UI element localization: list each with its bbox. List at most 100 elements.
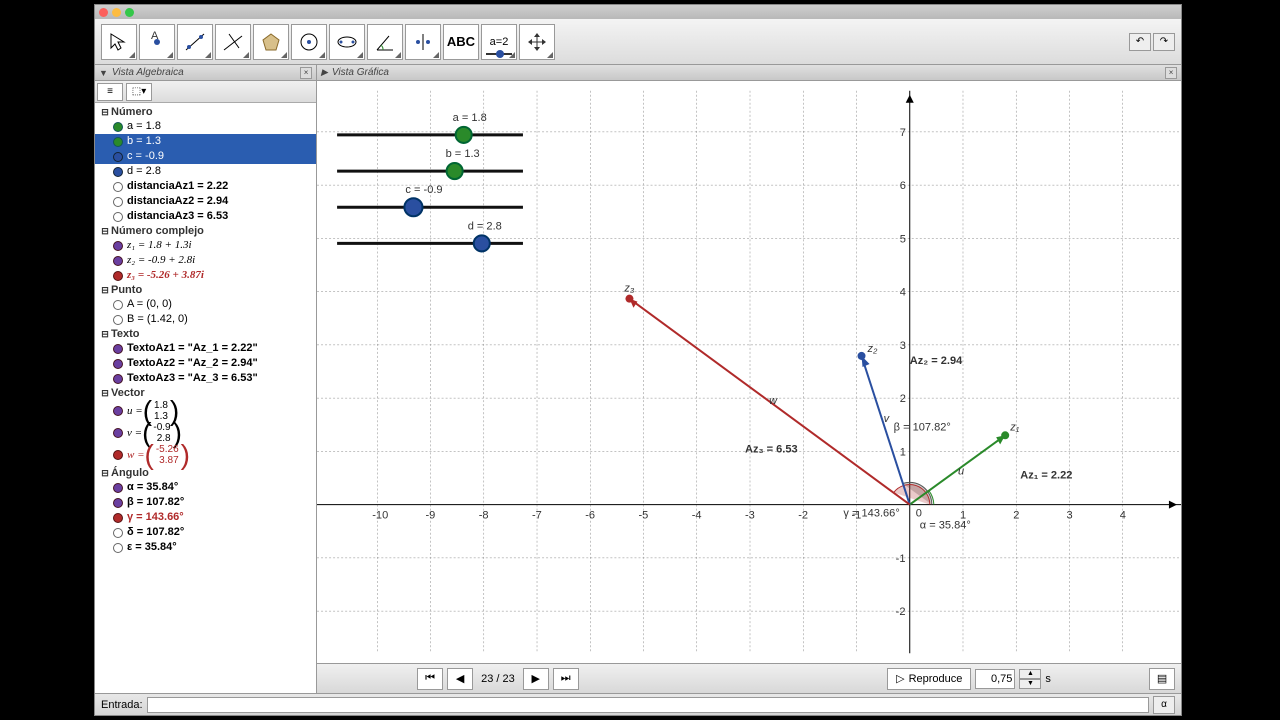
close-panel-icon[interactable]: ×: [1165, 67, 1177, 79]
item-alpha[interactable]: α = 35.84°: [95, 480, 316, 495]
algebra-tree[interactable]: ⊟Número a = 1.8 b = 1.3 c = -0.9 d = 2.8…: [95, 103, 316, 693]
item-daz3[interactable]: distanciaAz3 = 6.53: [95, 209, 316, 224]
item-t3[interactable]: TextoAz3 = "Az_3 = 6.53": [95, 371, 316, 386]
nav-protocol-button[interactable]: ▤: [1149, 668, 1175, 690]
graph-svg[interactable]: -10-9-8-7-6-5-4-3-2-101234 -2-11234567 a…: [317, 81, 1181, 663]
main-toolbar: A ABC a=2 ↶ ↷: [95, 19, 1181, 65]
algebra-header[interactable]: ▼ Vista Algebraica ×: [95, 65, 316, 81]
tool-perpendicular[interactable]: [215, 24, 251, 60]
zoom-icon[interactable]: [125, 8, 134, 17]
item-a[interactable]: a = 1.8: [95, 119, 316, 134]
stylebar-sort[interactable]: ⬚▾: [126, 83, 152, 101]
collapse-icon[interactable]: ⊟: [99, 226, 111, 237]
slider-a[interactable]: a = 1.8: [337, 112, 523, 143]
item-w[interactable]: w = -5.263.87: [95, 444, 316, 466]
svg-text:u: u: [958, 465, 964, 477]
tool-move-view[interactable]: [519, 24, 555, 60]
svg-text:6: 6: [900, 180, 906, 192]
nav-first-button[interactable]: ⏮: [417, 668, 443, 690]
nav-prev-button[interactable]: ◀: [447, 668, 473, 690]
tool-polygon[interactable]: [253, 24, 289, 60]
tool-line[interactable]: [177, 24, 213, 60]
item-d[interactable]: d = 2.8: [95, 164, 316, 179]
slider-d[interactable]: d = 2.8: [337, 220, 523, 251]
minimize-icon[interactable]: [112, 8, 121, 17]
svg-text:A: A: [151, 30, 159, 42]
item-A[interactable]: A = (0, 0): [95, 297, 316, 312]
construction-navbar: ⏮ ◀ 23 / 23 ▶ ⏭ ▷ Reproduce ▲ ▼ s ▤: [317, 663, 1181, 693]
item-t2[interactable]: TextoAz2 = "Az_2 = 2.94": [95, 356, 316, 371]
svg-text:-1: -1: [896, 553, 906, 565]
item-eps[interactable]: ε = 35.84°: [95, 540, 316, 555]
collapse-icon[interactable]: ⊟: [99, 329, 111, 340]
collapse-icon[interactable]: ⊟: [99, 468, 111, 479]
nav-play-button[interactable]: ▷ Reproduce: [887, 668, 971, 690]
item-z1[interactable]: z₁ = 1.8 + 1.3i: [95, 238, 316, 253]
item-u[interactable]: u = 1.81.3: [95, 400, 316, 422]
item-B[interactable]: B = (1.42, 0): [95, 312, 316, 327]
graphics-header[interactable]: ▶ Vista Gráfica ×: [317, 65, 1181, 81]
item-z3[interactable]: z₃ = -5.26 + 3.87i: [95, 268, 316, 283]
point-z3[interactable]: [625, 295, 633, 303]
item-gamma[interactable]: γ = 143.66°: [95, 510, 316, 525]
tool-transform[interactable]: [405, 24, 441, 60]
app-window: A ABC a=2 ↶ ↷ ▼ Vista Algebraica × ≡ ⬚▾ …: [94, 4, 1182, 716]
tool-point[interactable]: A: [139, 24, 175, 60]
item-b[interactable]: b = 1.3: [95, 134, 316, 149]
graphics-panel: ▶ Vista Gráfica ×: [317, 65, 1181, 693]
input-label: Entrada:: [101, 699, 143, 711]
text-az2[interactable]: Az₂ = 2.94: [910, 355, 963, 367]
text-az1[interactable]: Az₁ = 2.22: [1020, 469, 1072, 481]
item-t1[interactable]: TextoAz1 = "Az_1 = 2.22": [95, 341, 316, 356]
vector-u[interactable]: u: [910, 435, 1005, 504]
svg-text:c = -0.9: c = -0.9: [405, 184, 442, 196]
tool-circle[interactable]: [291, 24, 327, 60]
nav-unit: s: [1045, 673, 1051, 685]
collapse-icon[interactable]: ⊟: [99, 388, 111, 399]
nav-speed-input[interactable]: [975, 669, 1015, 689]
collapse-icon[interactable]: ⊟: [99, 107, 111, 118]
cat-punto: ⊟Punto: [95, 283, 316, 297]
close-panel-icon[interactable]: ×: [300, 67, 312, 79]
text-gamma: γ = 143.66°: [843, 508, 899, 520]
tool-conic[interactable]: [329, 24, 365, 60]
tool-text[interactable]: ABC: [443, 24, 479, 60]
collapse-icon[interactable]: ⊟: [99, 285, 111, 296]
vector-w[interactable]: w: [629, 299, 909, 505]
point-z1[interactable]: [1001, 431, 1009, 439]
nav-last-button[interactable]: ⏭: [553, 668, 579, 690]
chevron-down-icon[interactable]: ▼: [99, 68, 108, 78]
stylebar-toggle-aux[interactable]: ≡: [97, 83, 123, 101]
tool-angle[interactable]: [367, 24, 403, 60]
axis-x-ticks: -10-9-8-7-6-5-4-3-2-101234: [372, 508, 1126, 522]
titlebar[interactable]: [95, 5, 1181, 19]
nav-next-button[interactable]: ▶: [523, 668, 549, 690]
point-z2[interactable]: [858, 352, 866, 360]
svg-text:2: 2: [1013, 510, 1019, 522]
svg-text:4: 4: [1120, 510, 1126, 522]
text-alpha: α = 35.84°: [920, 520, 971, 532]
item-c[interactable]: c = -0.9: [95, 149, 316, 164]
item-delta[interactable]: δ = 107.82°: [95, 525, 316, 540]
slider-c[interactable]: c = -0.9: [337, 184, 523, 216]
chevron-right-icon[interactable]: ▶: [321, 67, 328, 78]
item-v[interactable]: v = -0.92.8: [95, 422, 316, 444]
svg-text:2: 2: [900, 393, 906, 405]
tool-move[interactable]: [101, 24, 137, 60]
input-help-button[interactable]: α: [1153, 696, 1175, 714]
item-z2[interactable]: z₂ = -0.9 + 2.8i: [95, 253, 316, 268]
speed-up-button[interactable]: ▲: [1019, 669, 1041, 679]
input-field[interactable]: [147, 697, 1149, 713]
graphics-view[interactable]: -10-9-8-7-6-5-4-3-2-101234 -2-11234567 a…: [317, 81, 1181, 663]
item-daz1[interactable]: distanciaAz1 = 2.22: [95, 179, 316, 194]
item-daz2[interactable]: distanciaAz2 = 2.94: [95, 194, 316, 209]
tool-slider[interactable]: a=2: [481, 24, 517, 60]
undo-button[interactable]: ↶: [1129, 33, 1151, 51]
speed-down-button[interactable]: ▼: [1019, 679, 1041, 689]
item-beta[interactable]: β = 107.82°: [95, 495, 316, 510]
text-az3[interactable]: Az₃ = 6.53: [745, 443, 798, 455]
svg-text:-2: -2: [798, 510, 808, 522]
redo-button[interactable]: ↷: [1153, 33, 1175, 51]
slider-b[interactable]: b = 1.3: [337, 148, 523, 179]
close-icon[interactable]: [99, 8, 108, 17]
